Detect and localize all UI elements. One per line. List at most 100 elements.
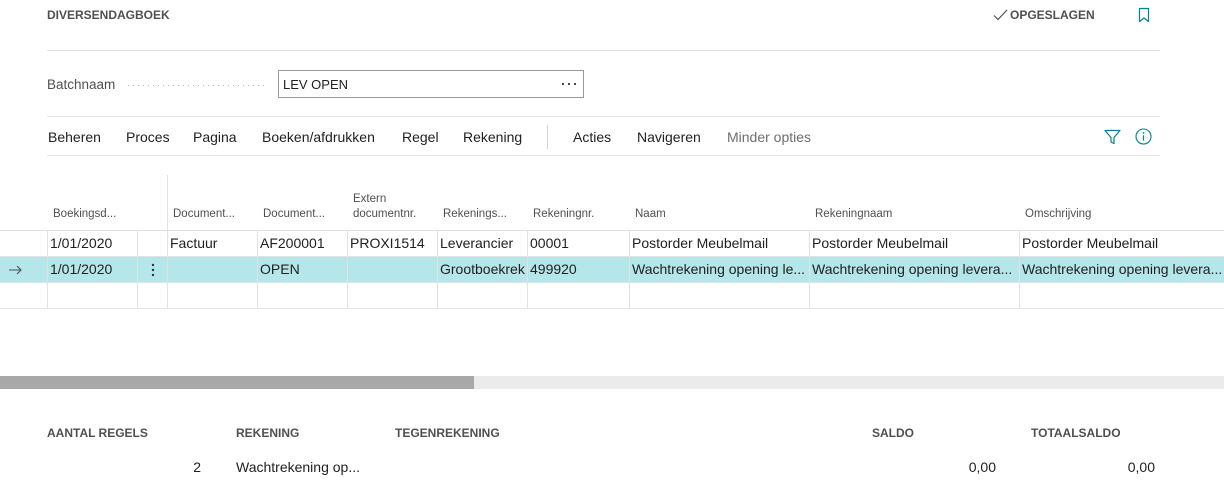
action-bar-divider	[47, 155, 1160, 156]
menu-pagina[interactable]: Pagina	[193, 128, 237, 146]
field-divider	[47, 116, 1160, 117]
cell-account-no[interactable]	[527, 283, 629, 308]
cell-account-name[interactable]: Wachtrekening opening levera...	[809, 257, 1019, 282]
ellipsis-icon	[561, 82, 577, 86]
column-header-label: Document...	[173, 208, 235, 220]
horizontal-scrollbar[interactable]	[0, 376, 1224, 389]
footer-balance-value: 0,00	[968, 459, 996, 475]
menu-acties[interactable]: Acties	[573, 128, 611, 146]
footer-balancing-account-label: TEGENREKENING	[395, 426, 500, 440]
cell-description[interactable]	[1019, 283, 1224, 308]
cell-account-no[interactable]: 00001	[527, 231, 629, 256]
column-header-description[interactable]: Omschrijving	[1019, 175, 1224, 230]
cell-document-no[interactable]	[257, 283, 347, 308]
cell-name[interactable]: Postorder Meubelmail	[629, 231, 809, 256]
menu-rekening[interactable]: Rekening	[463, 128, 522, 146]
column-header-posting-date[interactable]: Boekingsd...	[47, 175, 137, 230]
cell-document-no[interactable]: AF200001	[257, 231, 347, 256]
cell-external-document-no[interactable]	[347, 257, 437, 282]
header-divider	[47, 50, 1160, 51]
column-header-label: Rekeningnr.	[533, 208, 595, 220]
info-icon	[1135, 128, 1152, 145]
cell-description[interactable]: Postorder Meubelmail	[1019, 231, 1224, 256]
bookmark-icon	[1138, 7, 1150, 23]
cell-posting-date[interactable]: 1/01/2020	[47, 257, 137, 282]
footer-line-count-value: 2	[193, 459, 201, 475]
lookup-button[interactable]	[560, 71, 578, 97]
table-header: Boekingsd... Document... Document... Ext…	[0, 175, 1224, 231]
table-row[interactable]: 1/01/2020 Factuur AF200001 PROXI1514 Lev…	[0, 231, 1224, 257]
checkmark-icon	[993, 9, 1008, 21]
column-header-account-type[interactable]: Rekenings...	[437, 175, 527, 230]
cell-posting-date[interactable]: 1/01/2020	[47, 231, 137, 256]
column-header-label: Omschrijving	[1025, 208, 1092, 220]
filter-button[interactable]	[1102, 127, 1122, 147]
menu-proces[interactable]: Proces	[126, 128, 170, 146]
cell-name[interactable]: Wachtrekening opening le...	[629, 257, 809, 282]
bookmark-button[interactable]	[1136, 6, 1152, 24]
column-header-name[interactable]: Naam	[629, 175, 809, 230]
column-header-account-name[interactable]: Rekeningnaam	[809, 175, 1019, 230]
batch-name-label: Batchnaam	[47, 77, 116, 92]
cell-external-document-no[interactable]: PROXI1514	[347, 231, 437, 256]
batch-name-field[interactable]	[278, 70, 584, 98]
header-cell-row-actions	[137, 175, 167, 230]
footer-account-value: Wachtrekening op...	[236, 459, 360, 475]
batch-name-leader	[128, 85, 268, 86]
cell-document-type[interactable]	[167, 257, 257, 282]
column-header-external-document-no[interactable]: Extern documentnr.	[347, 175, 437, 230]
info-button[interactable]	[1133, 126, 1154, 147]
column-header-label: Extern documentnr.	[353, 193, 417, 220]
cell-name[interactable]	[629, 283, 809, 308]
footer-account-label: REKENING	[236, 426, 300, 440]
menu-beheren[interactable]: Beheren	[48, 128, 101, 146]
cell-account-type[interactable]	[437, 283, 527, 308]
table-row[interactable]: 1/01/2020 OPEN Grootboekrek 499920 Wacht…	[0, 257, 1224, 283]
row-indicator-cell	[0, 283, 47, 308]
cell-external-document-no[interactable]	[347, 283, 437, 308]
cell-document-no[interactable]: OPEN	[257, 257, 347, 282]
column-header-label: Boekingsd...	[53, 208, 117, 220]
column-header-label: Rekeningnaam	[815, 208, 893, 220]
row-actions-button[interactable]	[137, 257, 167, 282]
footer-balance-label: SALDO	[872, 426, 914, 440]
action-bar-separator	[547, 125, 548, 149]
cell-description[interactable]: Wachtrekening opening levera...	[1019, 257, 1224, 282]
save-status: OPGESLAGEN	[993, 7, 1095, 23]
save-status-label: OPGESLAGEN	[1010, 8, 1095, 22]
row-indicator-cell	[0, 257, 47, 282]
cell-account-name[interactable]: Postorder Meubelmail	[809, 231, 1019, 256]
page-title: DIVERSENDAGBOEK	[47, 8, 170, 22]
column-header-document-type[interactable]: Document...	[167, 175, 257, 230]
cell-row-actions	[137, 283, 167, 308]
footer-total-balance-label: TOTAALSALDO	[1031, 426, 1121, 440]
column-header-document-no[interactable]: Document...	[257, 175, 347, 230]
footer-total-balance-value: 0,00	[1127, 459, 1155, 475]
filter-icon	[1103, 129, 1121, 145]
less-options-button[interactable]: Minder opties	[727, 128, 811, 146]
cell-account-no[interactable]: 499920	[527, 257, 629, 282]
menu-regel[interactable]: Regel	[402, 128, 439, 146]
column-header-label: Rekenings...	[443, 208, 507, 220]
cell-row-actions	[137, 231, 167, 256]
column-header-label: Document...	[263, 208, 325, 220]
cell-account-type[interactable]: Leverancier	[437, 231, 527, 256]
column-header-label: Naam	[635, 208, 666, 220]
cell-document-type[interactable]: Factuur	[167, 231, 257, 256]
row-indicator-cell	[0, 231, 47, 256]
menu-navigeren[interactable]: Navigeren	[637, 128, 701, 146]
column-header-account-no[interactable]: Rekeningnr.	[527, 175, 629, 230]
batch-name-input[interactable]	[283, 71, 553, 97]
cell-account-type[interactable]: Grootboekrek	[437, 257, 527, 282]
table-body: 1/01/2020 Factuur AF200001 PROXI1514 Lev…	[0, 231, 1224, 309]
header-cell-indicator	[0, 175, 47, 230]
scrollbar-thumb[interactable]	[0, 376, 474, 389]
cell-posting-date[interactable]	[47, 283, 137, 308]
footer-line-count-label: AANTAL REGELS	[47, 426, 148, 440]
arrow-right-icon	[9, 265, 22, 275]
table-row[interactable]	[0, 283, 1224, 309]
vertical-ellipsis-icon	[151, 263, 154, 276]
cell-account-name[interactable]	[809, 283, 1019, 308]
cell-document-type[interactable]	[167, 283, 257, 308]
menu-boeken-afdrukken[interactable]: Boeken/afdrukken	[262, 128, 375, 146]
